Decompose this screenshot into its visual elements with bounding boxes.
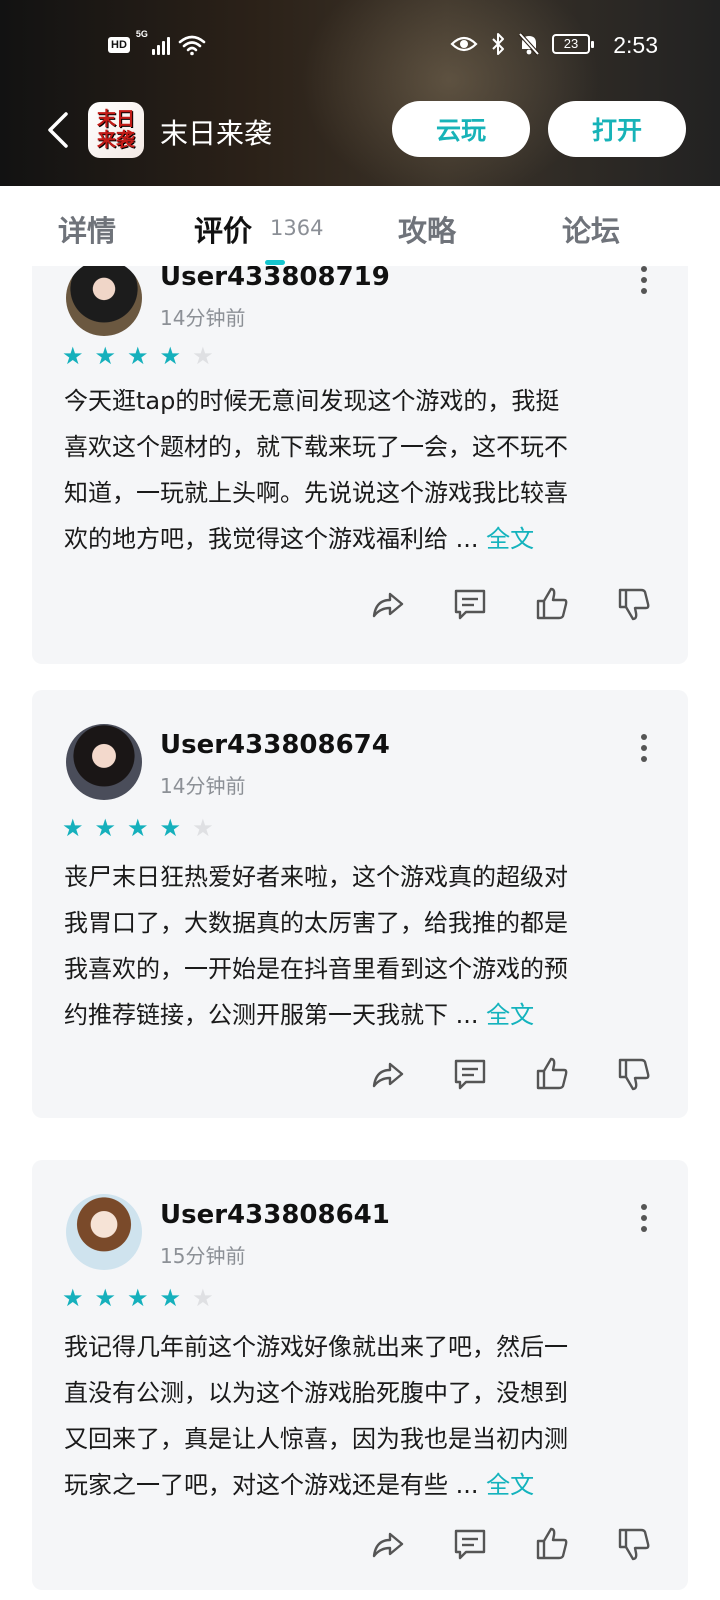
- review-list[interactable]: User433808719 14分钟前 ★ ★ ★ ★ ★ 今天逛tap的时候无意间发现…: [0, 266, 720, 1600]
- review-line: 我胃口了，大数据真的太厉害了，给我推的都是: [64, 909, 568, 937]
- share-icon[interactable]: [370, 586, 406, 622]
- back-arrow-icon[interactable]: [42, 110, 76, 150]
- username[interactable]: User433808641: [160, 1200, 390, 1230]
- tab-guides[interactable]: 攻略: [398, 208, 456, 250]
- game-title: 末日来袭: [160, 117, 273, 150]
- star-filled-icon: ★: [94, 1284, 117, 1312]
- network-type: 5G: [135, 29, 148, 39]
- game-logo: 末日 来袭: [88, 102, 144, 158]
- review-text[interactable]: 今天逛tap的时候无意间发现这个游戏的，我挺 喜欢这个题材的，就下载来玩了一会，…: [64, 378, 664, 562]
- star-rating: ★ ★ ★ ★ ★: [62, 344, 214, 368]
- star-filled-icon: ★: [159, 342, 182, 370]
- review-line: 直没有公测，以为这个游戏胎死腹中了，没想到: [64, 1379, 568, 1407]
- star-filled-icon: ★: [127, 342, 149, 370]
- more-options-icon[interactable]: [640, 1204, 648, 1232]
- star-empty-icon: ★: [192, 814, 214, 842]
- review-actions: [370, 1056, 652, 1092]
- app-bar: 末日 来袭 末日来袭 云玩 打开: [0, 96, 720, 166]
- tab-forum[interactable]: 论坛: [562, 208, 620, 250]
- review-text[interactable]: 我记得几年前这个游戏好像就出来了吧，然后一 直没有公测，以为这个游戏胎死腹中了，…: [64, 1324, 664, 1508]
- review-actions: [370, 1526, 652, 1562]
- review-time: 14分钟前: [160, 306, 246, 330]
- review-card: User433808641 15分钟前 ★ ★ ★ ★ ★ 我记得几年前这个游戏好像就出…: [32, 1160, 688, 1590]
- open-button[interactable]: 打开: [548, 101, 686, 157]
- avatar[interactable]: [66, 266, 142, 336]
- star-empty-icon: ★: [192, 342, 214, 370]
- bluetooth-icon: [492, 33, 504, 55]
- tab-details[interactable]: 详情: [58, 208, 116, 250]
- reviews-count: 1364: [270, 216, 324, 240]
- cell-signal-icon: 5G: [136, 29, 170, 55]
- battery-icon: 23: [552, 34, 594, 54]
- more-options-icon[interactable]: [640, 734, 648, 762]
- tab-bar: 详情 评价 1364 攻略 论坛: [0, 186, 720, 266]
- read-more-link[interactable]: 全文: [486, 525, 534, 553]
- review-time: 15分钟前: [160, 1244, 246, 1268]
- review-line: 喜欢这个题材的，就下载来玩了一会，这不玩不: [64, 433, 568, 461]
- status-bar: HD 5G 23 2:53: [0, 0, 720, 92]
- review-line: 知道，一玩就上头啊。先说说这个游戏我比较喜: [64, 479, 568, 507]
- review-line: 欢的地方吧，我觉得这个游戏福利给 ...: [64, 525, 487, 553]
- share-icon[interactable]: [370, 1526, 406, 1562]
- review-line: 今天逛tap的时候无意间发现这个游戏的，我挺: [64, 387, 560, 415]
- star-filled-icon: ★: [159, 814, 182, 842]
- username[interactable]: User433808719: [160, 266, 390, 292]
- like-icon[interactable]: [534, 1056, 570, 1092]
- review-actions: [370, 586, 652, 622]
- review-line: 我记得几年前这个游戏好像就出来了吧，然后一: [64, 1333, 568, 1361]
- review-time: 14分钟前: [160, 774, 246, 798]
- comment-icon[interactable]: [452, 586, 488, 622]
- avatar[interactable]: [66, 724, 142, 800]
- review-line: 玩家之一了吧，对这个游戏还是有些 ...: [64, 1471, 487, 1499]
- review-line: 约推荐链接，公测开服第一天我就下 ...: [64, 1001, 487, 1029]
- review-line: 我喜欢的，一开始是在抖音里看到这个游戏的预: [64, 955, 568, 983]
- eye-icon: [450, 36, 478, 52]
- like-icon[interactable]: [534, 586, 570, 622]
- avatar[interactable]: [66, 1194, 142, 1270]
- game-header: HD 5G 23 2:53 末日 来袭 末日来袭 云玩 打开: [0, 0, 720, 186]
- star-filled-icon: ★: [62, 342, 84, 370]
- review-card: User433808674 14分钟前 ★ ★ ★ ★ ★ 丧尸末日狂热爱好者来啦，这个…: [32, 690, 688, 1118]
- star-filled-icon: ★: [94, 342, 117, 370]
- star-filled-icon: ★: [62, 1284, 84, 1312]
- star-rating: ★ ★ ★ ★ ★: [62, 816, 214, 840]
- dislike-icon[interactable]: [616, 1056, 652, 1092]
- tab-reviews[interactable]: 评价: [194, 208, 252, 250]
- hd-badge: HD: [108, 37, 130, 53]
- dislike-icon[interactable]: [616, 1526, 652, 1562]
- star-filled-icon: ★: [159, 1284, 182, 1312]
- star-filled-icon: ★: [127, 814, 149, 842]
- review-line: 又回来了，真是让人惊喜，因为我也是当初内测: [64, 1425, 568, 1453]
- cloud-play-button[interactable]: 云玩: [392, 101, 530, 157]
- tab-indicator: [265, 260, 285, 265]
- read-more-link[interactable]: 全文: [486, 1471, 534, 1499]
- review-card: User433808719 14分钟前 ★ ★ ★ ★ ★ 今天逛tap的时候无意间发现…: [32, 266, 688, 664]
- star-empty-icon: ★: [192, 1284, 214, 1312]
- dislike-icon[interactable]: [616, 586, 652, 622]
- review-line: 丧尸末日狂热爱好者来啦，这个游戏真的超级对: [64, 863, 568, 891]
- username[interactable]: User433808674: [160, 730, 390, 760]
- share-icon[interactable]: [370, 1056, 406, 1092]
- read-more-link[interactable]: 全文: [486, 1001, 534, 1029]
- star-filled-icon: ★: [62, 814, 84, 842]
- like-icon[interactable]: [534, 1526, 570, 1562]
- comment-icon[interactable]: [452, 1526, 488, 1562]
- star-filled-icon: ★: [94, 814, 117, 842]
- mute-bell-icon: [518, 32, 540, 56]
- review-text[interactable]: 丧尸末日狂热爱好者来啦，这个游戏真的超级对 我胃口了，大数据真的太厉害了，给我推…: [64, 854, 664, 1038]
- wifi-icon: [178, 35, 206, 56]
- star-rating: ★ ★ ★ ★ ★: [62, 1286, 214, 1310]
- comment-icon[interactable]: [452, 1056, 488, 1092]
- star-filled-icon: ★: [127, 1284, 149, 1312]
- more-options-icon[interactable]: [640, 266, 648, 294]
- clock: 2:53: [613, 32, 658, 58]
